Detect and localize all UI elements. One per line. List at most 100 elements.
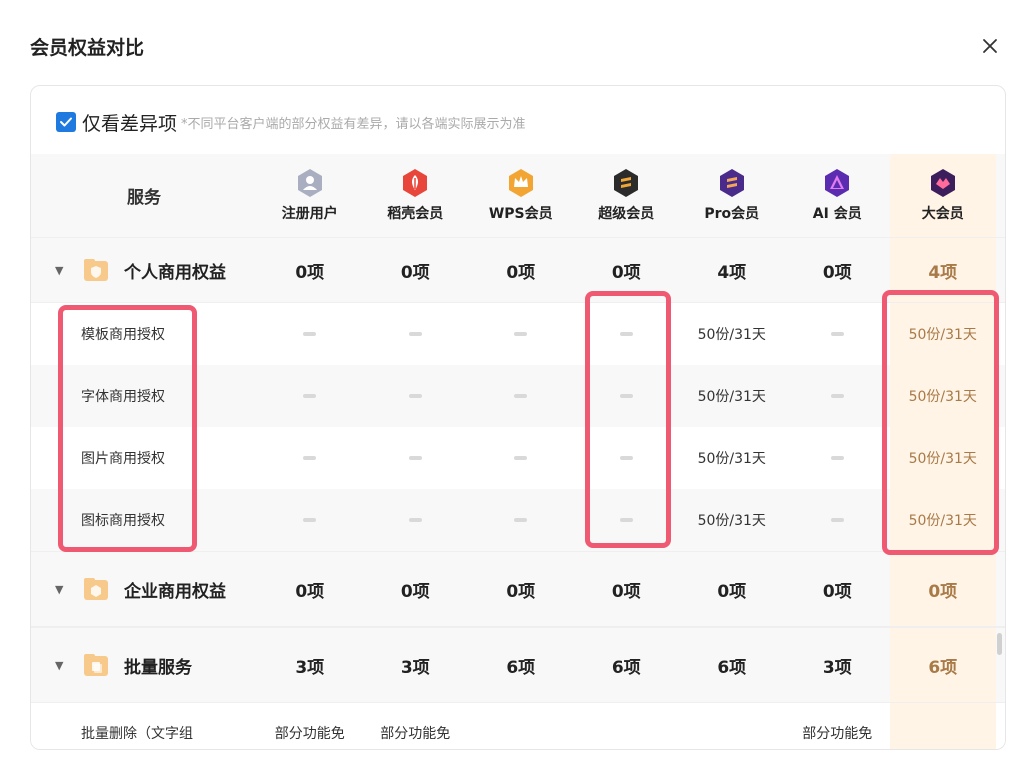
table-row: 模板商用授权 50份/31天 50份/31天 (31, 303, 1005, 365)
group-count: 0项 (611, 262, 641, 283)
table-row: 字体商用授权 50份/31天 50份/31天 (31, 365, 1005, 427)
group-count: 3项 (295, 657, 325, 678)
group-count: 0项 (295, 581, 325, 602)
group-count: 3项 (822, 657, 852, 678)
not-included-dash (514, 456, 528, 460)
table-row: 图标商用授权 50份/31天 50份/31天 (31, 489, 1005, 551)
not-included-dash (303, 518, 317, 522)
check-icon (721, 703, 743, 750)
group-count: 0项 (822, 581, 852, 602)
not-included-dash (830, 332, 844, 336)
benefit-value: 部分功能免 (802, 726, 873, 742)
not-included-dash (303, 456, 317, 460)
check-icon (615, 703, 637, 750)
docer-badge-icon (403, 169, 428, 197)
not-included-dash (619, 332, 633, 336)
user-badge-icon (297, 169, 322, 197)
group-count: 0项 (506, 581, 536, 602)
comparison-panel: 仅看差异项 *不同平台客户端的部分权益有差异，请以各端实际展示为准 服务 注册用… (30, 85, 1006, 750)
benefit-name: 图标商用授权 (81, 513, 165, 529)
not-included-dash (514, 332, 528, 336)
column-docer-member: 稻壳会员 (363, 154, 469, 237)
group-count: 0项 (400, 262, 430, 283)
benefit-name: 字体商用授权 (81, 389, 165, 405)
group-row-batch-services[interactable]: ▼ 批量服务 3项 3项 6项 6项 6项 3项 6项 (31, 627, 1005, 703)
group-count: 3项 (400, 657, 430, 678)
benefit-value: 部分功能免 (274, 726, 345, 742)
column-pro-member: Pro会员 (679, 154, 785, 237)
filter-row: 仅看差异项 *不同平台客户端的部分权益有差异，请以各端实际展示为准 (56, 109, 526, 135)
building-folder-icon (84, 578, 108, 600)
not-included-dash (408, 456, 422, 460)
group-row-enterprise-commercial[interactable]: ▼ 企业商用权益 0项 0项 0项 0项 0项 0项 0项 (31, 551, 1005, 627)
benefit-value: 50份/31天 (908, 327, 977, 343)
group-count: 0项 (928, 581, 958, 602)
not-included-dash (830, 456, 844, 460)
service-column-header: 服务 (127, 188, 161, 208)
not-included-dash (830, 518, 844, 522)
group-count: 4项 (717, 262, 747, 283)
close-icon[interactable] (978, 34, 1002, 58)
benefit-value: 50份/31天 (908, 451, 977, 467)
not-included-dash (514, 394, 528, 398)
benefit-value: 50份/31天 (697, 389, 766, 405)
column-ai-member: AI 会员 (785, 154, 891, 237)
group-count: 0项 (506, 262, 536, 283)
crown-badge-icon (508, 169, 533, 197)
not-included-dash (619, 456, 633, 460)
benefit-value: 50份/31天 (697, 513, 766, 529)
shield-folder-icon (84, 259, 108, 281)
group-count: 0项 (611, 581, 641, 602)
collapse-caret-icon[interactable]: ▼ (55, 659, 63, 672)
group-count: 6项 (611, 657, 641, 678)
batch-folder-icon (84, 654, 108, 676)
column-wps-member: WPS会员 (468, 154, 574, 237)
benefits-table: 服务 注册用户 稻壳会员 WPS会员 超级会员 Pro会员 AI 会员 大会员 … (31, 154, 1005, 750)
collapse-caret-icon[interactable]: ▼ (55, 264, 63, 277)
group-count: 4项 (928, 262, 958, 283)
benefit-value: 50份/31天 (908, 513, 977, 529)
group-count: 0项 (295, 262, 325, 283)
group-count: 6项 (928, 657, 958, 678)
group-count: 6项 (717, 657, 747, 678)
table-row: 图片商用授权 50份/31天 50份/31天 (31, 427, 1005, 489)
ai-badge-icon (825, 169, 850, 197)
not-included-dash (303, 332, 317, 336)
group-row-personal-commercial[interactable]: ▼ 个人商用权益 0项 0项 0项 0项 4项 0项 4项 (31, 237, 1005, 303)
benefit-name: 模板商用授权 (81, 327, 165, 343)
big-member-badge-icon (930, 169, 955, 197)
platform-note: *不同平台客户端的部分权益有差异，请以各端实际展示为准 (181, 116, 526, 132)
dialog-title: 会员权益对比 (30, 37, 145, 59)
group-name: 企业商用权益 (124, 581, 226, 602)
not-included-dash (514, 518, 528, 522)
not-included-dash (408, 518, 422, 522)
benefit-value: 部分功能免 (380, 726, 451, 742)
group-count: 6项 (506, 657, 536, 678)
benefit-value: 50份/31天 (697, 451, 766, 467)
table-header-row: 服务 注册用户 稻壳会员 WPS会员 超级会员 Pro会员 AI 会员 大会员 (31, 154, 1005, 237)
not-included-dash (408, 332, 422, 336)
benefit-name: 图片商用授权 (81, 451, 165, 467)
pro-badge-icon (719, 169, 744, 197)
group-name: 批量服务 (124, 657, 192, 678)
benefit-value: 50份/31天 (697, 327, 766, 343)
not-included-dash (619, 518, 633, 522)
benefit-value: 50份/31天 (908, 389, 977, 405)
not-included-dash (619, 394, 633, 398)
group-count: 0项 (822, 262, 852, 283)
not-included-dash (830, 394, 844, 398)
vertical-scrollbar[interactable] (997, 633, 1002, 655)
not-included-dash (408, 394, 422, 398)
diff-only-label[interactable]: 仅看差异项 (82, 109, 177, 136)
group-name: 个人商用权益 (124, 262, 226, 283)
diff-only-checkbox[interactable] (56, 112, 76, 132)
group-count: 0项 (400, 581, 430, 602)
benefit-name: 批量删除（文字组 (81, 726, 193, 742)
column-registered-user: 注册用户 (257, 154, 363, 237)
super-badge-icon (614, 169, 639, 197)
collapse-caret-icon[interactable]: ▼ (55, 583, 63, 596)
column-big-member: 大会员 (890, 154, 996, 237)
column-super-member: 超级会员 (574, 154, 680, 237)
table-row: 批量删除（文字组 部分功能免 部分功能免 部分功能免 (31, 703, 1005, 750)
check-icon (510, 703, 532, 750)
